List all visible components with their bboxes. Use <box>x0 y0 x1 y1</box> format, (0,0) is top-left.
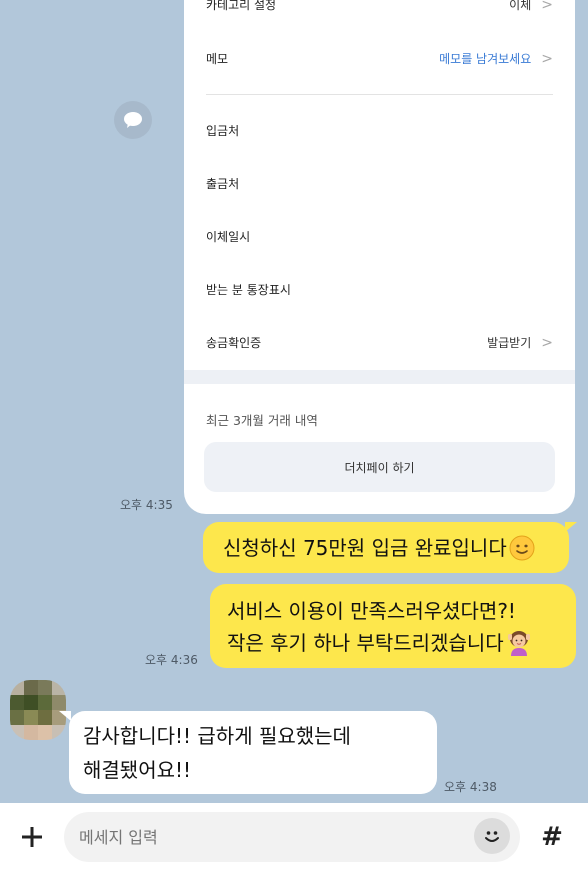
speech-bubble-icon <box>124 112 142 128</box>
sent-message-bubble[interactable]: 신청하신 75만원 입금 완료입니다 <box>203 522 569 573</box>
recent-history-label: 최근 3개월 거래 내역 <box>206 413 318 428</box>
row-recipient-display: 받는 분 통장표시 <box>206 281 553 298</box>
row-label: 카테고리 설정 <box>206 0 277 12</box>
message-input[interactable] <box>64 812 520 862</box>
row-label: 송금확인증 <box>206 336 262 350</box>
message-text: 신청하신 75만원 입금 완료입니다 <box>223 536 507 560</box>
smiley-emoji-icon <box>509 535 535 560</box>
row-label: 입금처 <box>206 124 240 138</box>
issue-receipt-link[interactable]: 발급받기 <box>487 334 531 351</box>
message-time: 오후 4:36 <box>145 653 198 667</box>
row-transfer-datetime: 이체일시 <box>206 228 553 245</box>
message-time: 오후 4:35 <box>120 498 173 512</box>
row-withdraw-from: 출금처 <box>206 175 553 192</box>
plus-button[interactable] <box>14 819 50 855</box>
bubble-tail <box>59 711 71 721</box>
sent-message-bubble[interactable]: 서비스 이용이 만족스러우셨다면?! 작은 후기 하나 부탁드리겠습니다 <box>210 584 576 668</box>
message-text: 감사합니다!! 급하게 필요했는데 <box>83 724 351 748</box>
chevron-right-icon: > <box>541 50 553 67</box>
plus-icon <box>22 827 42 847</box>
message-time: 오후 4:38 <box>444 780 497 794</box>
share-button[interactable] <box>114 101 152 139</box>
row-label: 출금처 <box>206 177 240 191</box>
section-gap <box>184 370 575 384</box>
transaction-card[interactable]: 카테고리 설정 이체 > 메모 메모를 남겨보세요 > 입금처 출금처 이체일시 받… <box>184 0 575 514</box>
row-transfer-receipt[interactable]: 송금확인증 발급받기 > <box>206 334 553 351</box>
message-text: 작은 후기 하나 부탁드리겠습니다 <box>227 631 504 655</box>
chevron-right-icon: > <box>541 0 553 13</box>
emoji-face-icon <box>485 831 499 842</box>
message-text: 서비스 이용이 만족스러우셨다면?! <box>227 599 516 623</box>
row-label: 메모 <box>206 52 229 66</box>
girl-emoji-icon <box>507 630 530 656</box>
emoji-button[interactable] <box>474 818 510 854</box>
received-message-bubble[interactable]: 감사합니다!! 급하게 필요했는데 해결됐어요!! <box>69 711 437 794</box>
row-value: 이체 <box>509 0 532 12</box>
hash-button[interactable]: # <box>532 819 572 855</box>
hash-icon: # <box>541 822 563 852</box>
row-memo[interactable]: 메모 메모를 남겨보세요 > <box>206 50 553 67</box>
row-label: 받는 분 통장표시 <box>206 283 291 297</box>
bubble-tail <box>565 522 577 532</box>
message-text: 해결됐어요!! <box>83 758 192 782</box>
row-category[interactable]: 카테고리 설정 이체 > <box>206 0 553 13</box>
memo-link[interactable]: 메모를 남겨보세요 <box>439 50 531 67</box>
divider <box>206 94 553 95</box>
row-deposit-to: 입금처 <box>206 122 553 139</box>
chevron-right-icon: > <box>541 334 553 351</box>
dutch-pay-button[interactable]: 더치페이 하기 <box>204 442 555 492</box>
avatar[interactable] <box>10 680 66 740</box>
row-label: 이체일시 <box>206 230 251 244</box>
